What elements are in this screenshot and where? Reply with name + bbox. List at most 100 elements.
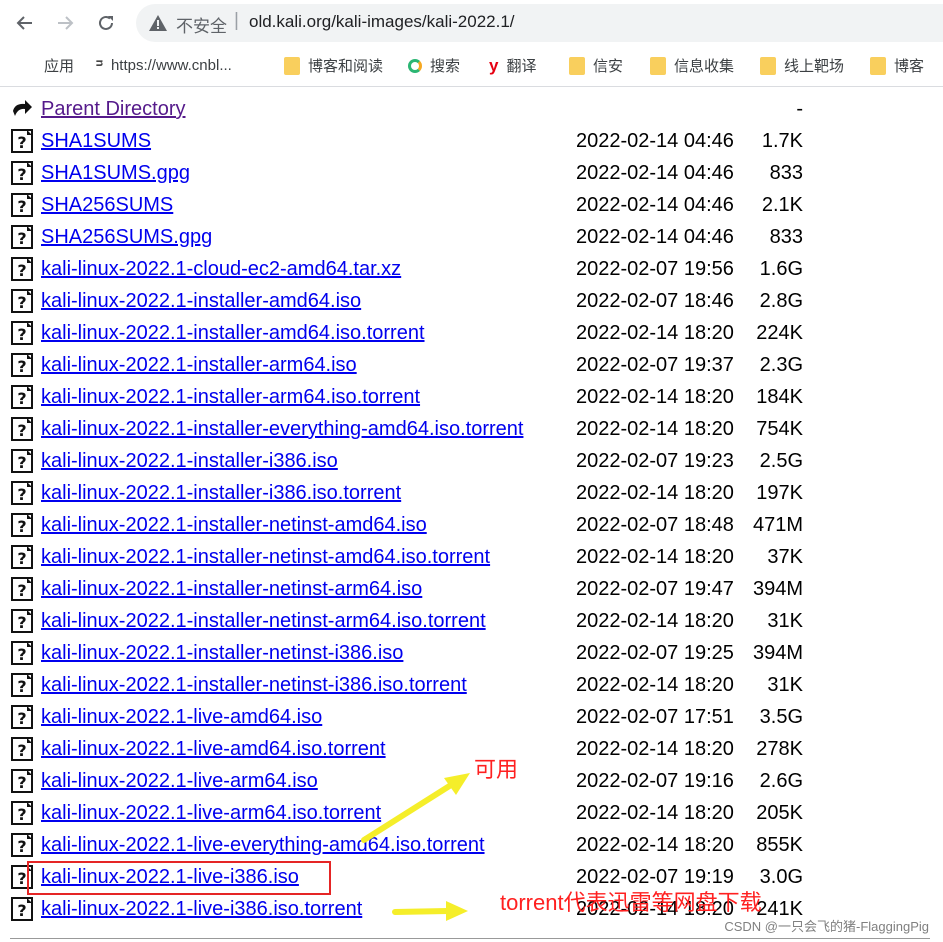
svg-text:?: ?	[17, 581, 26, 600]
unknown-file-icon: ?	[11, 385, 33, 409]
file-size: 224K	[756, 322, 803, 344]
file-row: ? SHA256SUMS.gpg 2022-02-14 04:46 833	[0, 222, 943, 254]
parent-directory-row: Parent Directory -	[0, 94, 943, 126]
file-size: 394M	[752, 642, 803, 664]
unknown-file-icon: ?	[11, 129, 33, 153]
file-row: ? kali-linux-2022.1-live-arm64.iso.torren…	[0, 798, 943, 830]
bookmark-apps[interactable]: 应用	[18, 55, 74, 76]
forward-button[interactable]	[50, 8, 80, 38]
insecure-label[interactable]: 不安全	[176, 12, 227, 37]
file-link[interactable]: kali-linux-2022.1-live-amd64.iso.torrent	[41, 738, 386, 761]
svg-text:?: ?	[17, 549, 26, 568]
file-row: ? SHA1SUMS.gpg 2022-02-14 04:46 833	[0, 158, 943, 190]
file-link[interactable]: kali-linux-2022.1-installer-netinst-amd6…	[41, 546, 490, 569]
file-link[interactable]: SHA1SUMS	[41, 130, 151, 153]
parent-directory-link[interactable]: Parent Directory	[41, 98, 186, 121]
bookmark-label: 搜索	[430, 58, 461, 75]
unknown-file-icon: ?	[11, 705, 33, 729]
torrent-note: torrent代表迅雷等网盘下载	[500, 890, 762, 915]
bottom-divider	[10, 938, 930, 939]
cnblogs-icon: ᵙ	[96, 55, 103, 74]
file-size: 278K	[756, 738, 803, 760]
file-link[interactable]: kali-linux-2022.1-installer-i386.iso.tor…	[41, 482, 401, 505]
unknown-file-icon: ?	[11, 257, 33, 281]
bookmark-folder-blog[interactable]: 博客	[870, 55, 924, 76]
file-link[interactable]: kali-linux-2022.1-installer-netinst-i386…	[41, 642, 403, 665]
file-link[interactable]: kali-linux-2022.1-installer-netinst-amd6…	[41, 514, 427, 537]
reload-button[interactable]	[91, 8, 121, 38]
file-size: 3.0G	[759, 866, 803, 888]
svg-text:?: ?	[17, 773, 26, 792]
unknown-file-icon: ?	[11, 161, 33, 185]
bookmark-label: 信安	[593, 58, 624, 75]
file-link[interactable]: kali-linux-2022.1-live-everything-amd64.…	[41, 834, 485, 857]
file-size: 471M	[752, 514, 803, 536]
file-row: ? kali-linux-2022.1-cloud-ec2-amd64.tar.x…	[0, 254, 943, 286]
svg-text:?: ?	[17, 869, 26, 888]
svg-text:?: ?	[17, 613, 26, 632]
watermark: CSDN @一只会飞的猪-FlaggingPig	[724, 919, 929, 934]
unknown-file-icon: ?	[11, 193, 33, 217]
file-link[interactable]: kali-linux-2022.1-installer-netinst-arm6…	[41, 578, 422, 601]
bookmark-cnblogs[interactable]: ᵙ https://www.cnbl...	[96, 55, 232, 75]
svg-text:?: ?	[17, 709, 26, 728]
file-row: ? SHA256SUMS 2022-02-14 04:46 2.1K	[0, 190, 943, 222]
apps-grid-icon	[18, 57, 36, 75]
file-link[interactable]: kali-linux-2022.1-cloud-ec2-amd64.tar.xz	[41, 258, 401, 281]
file-link[interactable]: kali-linux-2022.1-installer-i386.iso	[41, 450, 338, 473]
file-date: 2022-02-07 19:23	[576, 450, 734, 472]
bookmark-folder-online-range[interactable]: 线上靶场	[760, 55, 844, 76]
svg-text:?: ?	[17, 453, 26, 472]
unknown-file-icon: ?	[11, 321, 33, 345]
file-row: ? kali-linux-2022.1-live-everything-amd64…	[0, 830, 943, 862]
bookmark-folder-blog-reading[interactable]: 博客和阅读	[284, 55, 383, 76]
svg-text:?: ?	[17, 901, 26, 920]
usable-note: 可用	[474, 757, 519, 782]
back-button[interactable]	[10, 8, 40, 38]
file-link[interactable]: kali-linux-2022.1-installer-netinst-arm6…	[41, 610, 486, 633]
svg-text:?: ?	[17, 805, 26, 824]
bookmark-search[interactable]: 搜索	[408, 55, 460, 76]
file-size: 31K	[767, 674, 803, 696]
file-size: 205K	[756, 802, 803, 824]
bookmark-label: 信息收集	[674, 58, 735, 75]
file-row: ? kali-linux-2022.1-installer-netinst-amd…	[0, 510, 943, 542]
file-link[interactable]: kali-linux-2022.1-installer-netinst-i386…	[41, 674, 467, 697]
file-link[interactable]: kali-linux-2022.1-installer-amd64.iso	[41, 290, 361, 313]
file-row: ? kali-linux-2022.1-installer-amd64.iso 20…	[0, 286, 943, 318]
file-date: 2022-02-07 19:47	[576, 578, 734, 600]
unknown-file-icon: ?	[11, 513, 33, 537]
file-row: ? kali-linux-2022.1-installer-netinst-arm…	[0, 606, 943, 638]
url-text[interactable]: old.kali.org/kali-images/kali-2022.1/	[249, 12, 515, 32]
file-size: 2.6G	[759, 770, 803, 792]
address-bar[interactable]: 不安全 | old.kali.org/kali-images/kali-2022…	[136, 4, 943, 42]
file-link[interactable]: kali-linux-2022.1-live-arm64.iso	[41, 770, 318, 793]
file-size: 3.5G	[759, 706, 803, 728]
file-date: 2022-02-14 18:20	[576, 386, 734, 408]
svg-text:?: ?	[17, 197, 26, 216]
bookmark-translate[interactable]: y 翻译	[489, 55, 536, 76]
file-link[interactable]: kali-linux-2022.1-installer-arm64.iso.to…	[41, 386, 420, 409]
bookmark-folder-info-gathering[interactable]: 信息收集	[650, 55, 734, 76]
svg-text:?: ?	[17, 293, 26, 312]
file-link[interactable]: SHA256SUMS	[41, 194, 173, 217]
warning-icon[interactable]	[148, 13, 168, 33]
file-link[interactable]: SHA256SUMS.gpg	[41, 226, 212, 249]
bookmark-label: https://www.cnbl...	[110, 56, 232, 74]
file-size: 31K	[767, 610, 803, 632]
translate-icon: y	[489, 55, 499, 75]
svg-text:?: ?	[17, 389, 26, 408]
file-link[interactable]: kali-linux-2022.1-installer-everything-a…	[41, 418, 523, 441]
file-row: ? kali-linux-2022.1-installer-netinst-i38…	[0, 670, 943, 702]
file-link[interactable]: kali-linux-2022.1-installer-amd64.iso.to…	[41, 322, 425, 345]
file-link[interactable]: kali-linux-2022.1-live-i386.iso.torrent	[41, 898, 362, 921]
file-link[interactable]: SHA1SUMS.gpg	[41, 162, 190, 185]
bookmark-folder-infosec[interactable]: 信安	[569, 55, 623, 76]
search-engine-icon	[408, 58, 422, 73]
file-link[interactable]: kali-linux-2022.1-installer-arm64.iso	[41, 354, 357, 377]
file-date: 2022-02-07 17:51	[576, 706, 734, 728]
folder-icon	[284, 56, 300, 75]
file-link[interactable]: kali-linux-2022.1-live-arm64.iso.torrent	[41, 802, 381, 825]
file-link[interactable]: kali-linux-2022.1-live-amd64.iso	[41, 706, 322, 729]
bookmark-label: 翻译	[506, 58, 537, 75]
